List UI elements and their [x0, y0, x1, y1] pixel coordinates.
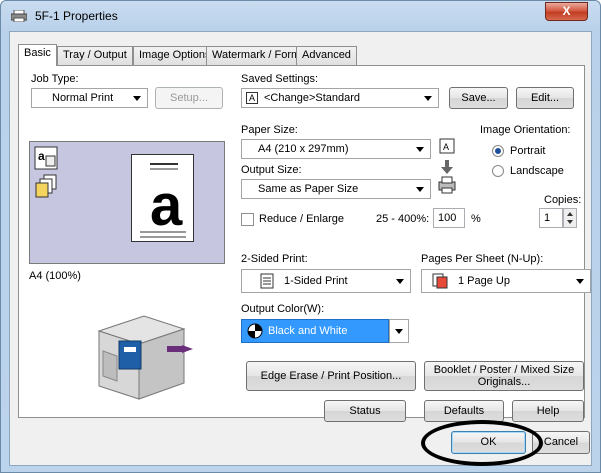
pages-per-sheet-value: 1 Page Up — [458, 275, 510, 287]
portrait-label: Portrait — [510, 145, 546, 157]
booklet-poster-button[interactable]: Booklet / Poster / Mixed Size Originals.… — [424, 361, 584, 391]
setup-button[interactable]: Setup... — [155, 87, 223, 109]
output-size-label: Output Size: — [241, 164, 302, 176]
job-type-dropdown[interactable]: Normal Print — [31, 88, 148, 108]
copies-spinner[interactable] — [563, 208, 577, 228]
cancel-button[interactable]: Cancel — [532, 431, 590, 454]
paper-size-value: A4 (210 x 297mm) — [258, 143, 349, 155]
properties-window: 5F-1 Properties X Basic Tray / Output Im… — [0, 0, 601, 473]
status-button[interactable]: Status — [324, 400, 406, 422]
svg-text:A: A — [443, 142, 449, 152]
close-button[interactable]: X — [545, 2, 588, 21]
chevron-down-icon — [416, 147, 424, 152]
two-sided-label: 2-Sided Print: — [241, 253, 308, 265]
paper-size-label: Paper Size: — [241, 124, 298, 136]
job-type-label: Job Type: — [31, 73, 79, 85]
portrait-radio[interactable] — [492, 145, 504, 157]
chevron-down-icon — [416, 187, 424, 192]
landscape-label: Landscape — [510, 165, 564, 177]
saved-settings-value: <Change>Standard — [264, 92, 361, 104]
tab-image-options[interactable]: Image Options — [133, 46, 217, 65]
output-color-dropdown-arrow[interactable] — [389, 319, 409, 343]
reduce-enlarge-label: Reduce / Enlarge — [259, 213, 344, 225]
svg-text:a: a — [38, 149, 45, 163]
collate-icon — [35, 174, 57, 198]
page-thumbnail: a — [131, 154, 194, 242]
output-color-value: Black and White — [268, 325, 348, 337]
output-color-label: Output Color(W): — [241, 303, 325, 315]
basic-panel: Job Type: Normal Print Setup... a a A4 (… — [18, 65, 591, 422]
saved-settings-dropdown[interactable]: A <Change>Standard — [241, 88, 439, 108]
page-layout-icon — [432, 273, 448, 289]
tab-basic[interactable]: Basic — [18, 44, 57, 66]
zoom-input[interactable]: 100 — [433, 208, 465, 228]
document-icon — [260, 273, 274, 289]
pages-per-sheet-dropdown[interactable]: 1 Page Up — [421, 269, 591, 293]
paper-size-icon: A — [439, 138, 455, 154]
copies-label: Copies: — [544, 194, 582, 206]
chevron-down-icon — [395, 329, 403, 334]
job-type-value: Normal Print — [52, 92, 114, 104]
dialog-client: Basic Tray / Output Image Options Waterm… — [9, 31, 592, 466]
title-bar[interactable]: 5F-1 Properties X — [1, 1, 600, 31]
output-printer-icon — [438, 176, 456, 194]
landscape-radio[interactable] — [492, 165, 504, 177]
layout-mode-icon: a — [34, 146, 58, 170]
printer-illustration — [97, 315, 193, 400]
saved-settings-label: Saved Settings: — [241, 73, 319, 85]
arrow-down-icon — [441, 160, 453, 174]
tab-advanced[interactable]: Advanced — [296, 46, 357, 65]
printer-icon — [11, 10, 27, 22]
output-size-dropdown[interactable]: Same as Paper Size — [241, 179, 431, 199]
edit-button[interactable]: Edit... — [516, 87, 574, 109]
chevron-down-icon — [424, 96, 432, 101]
paper-size-dropdown[interactable]: A4 (210 x 297mm) — [241, 139, 431, 159]
chevron-down-icon — [133, 96, 141, 101]
reduce-enlarge-checkbox[interactable] — [241, 213, 254, 226]
edge-erase-button[interactable]: Edge Erase / Print Position... — [246, 361, 416, 391]
defaults-button[interactable]: Defaults — [424, 400, 504, 422]
page-glyph: a — [150, 173, 183, 238]
black-white-icon — [247, 323, 263, 339]
range-label: 25 - 400%: — [376, 213, 430, 225]
two-sided-dropdown[interactable]: 1-Sided Print — [241, 269, 411, 293]
two-sided-value: 1-Sided Print — [284, 275, 348, 287]
pages-per-sheet-label: Pages Per Sheet (N-Up): — [421, 253, 544, 265]
save-button[interactable]: Save... — [449, 87, 508, 109]
copies-input[interactable]: 1 — [539, 208, 563, 228]
chevron-down-icon — [396, 279, 404, 284]
help-button[interactable]: Help — [512, 400, 584, 422]
window-title: 5F-1 Properties — [35, 9, 118, 23]
ok-button[interactable]: OK — [451, 431, 526, 454]
settings-a-icon: A — [246, 92, 258, 104]
tab-tray-output[interactable]: Tray / Output — [57, 46, 133, 65]
image-orientation-label: Image Orientation: — [480, 124, 571, 136]
output-color-dropdown[interactable]: Black and White — [241, 319, 389, 343]
percent-label: % — [471, 213, 481, 225]
chevron-down-icon — [576, 279, 584, 284]
output-size-value: Same as Paper Size — [258, 183, 359, 195]
preview-caption: A4 (100%) — [29, 270, 81, 282]
page-preview: a a — [29, 141, 225, 264]
